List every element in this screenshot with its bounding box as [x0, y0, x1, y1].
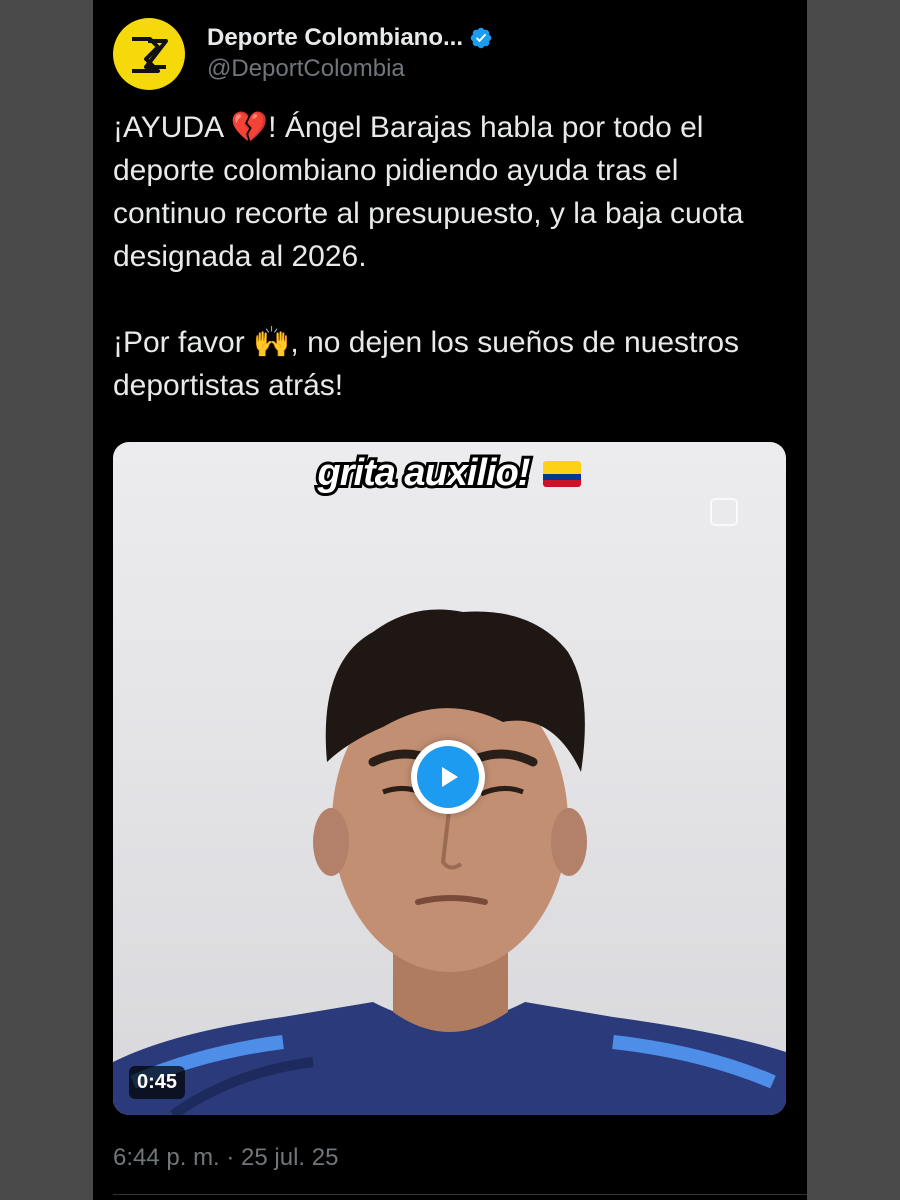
tweet-text-segment: ¡AYUDA [113, 111, 231, 144]
tweet-frame: Deporte Colombiano... @DeportColombia ¡A… [93, 0, 807, 1200]
handle[interactable]: @DeportColombia [207, 54, 493, 84]
tweet-paragraph-2: ¡Por favor 🙌, no dejen los sueños de nue… [113, 321, 785, 407]
verified-badge-icon [470, 27, 492, 49]
video-caption: grita auxilio! [113, 449, 786, 497]
video-duration: 0:45 [129, 1066, 186, 1099]
name-row: Deporte Colombiano... [207, 24, 493, 52]
play-button[interactable] [411, 740, 485, 814]
play-icon [417, 746, 479, 808]
tweet-text: ¡AYUDA 💔! Ángel Barajas habla por todo e… [113, 106, 785, 407]
video-player[interactable]: grita auxilio! 0:45 [113, 442, 786, 1115]
author-block: Deporte Colombiano... @DeportColombia [207, 24, 493, 84]
colombia-flag-icon [543, 460, 582, 487]
tweet-timestamp[interactable]: 6:44 p. m. · 25 jul. 25 [113, 1142, 338, 1174]
divider [113, 1194, 807, 1195]
tweet-header: Deporte Colombiano... @DeportColombia [113, 18, 493, 90]
tweet-paragraph-1: ¡AYUDA 💔! Ángel Barajas habla por todo e… [113, 106, 785, 278]
logo-icon [132, 37, 168, 73]
video-caption-text: grita auxilio! [315, 449, 534, 497]
raising-hands-icon: 🙌 [253, 326, 291, 359]
timestamp-text: 6:44 p. m. · 25 jul. 25 [113, 1144, 339, 1171]
avatar[interactable] [113, 18, 185, 90]
square-icon [710, 498, 738, 526]
tweet-text-segment: ¡Por favor [113, 326, 254, 359]
broken-heart-icon: 💔 [230, 111, 269, 144]
display-name[interactable]: Deporte Colombiano... [207, 24, 463, 52]
